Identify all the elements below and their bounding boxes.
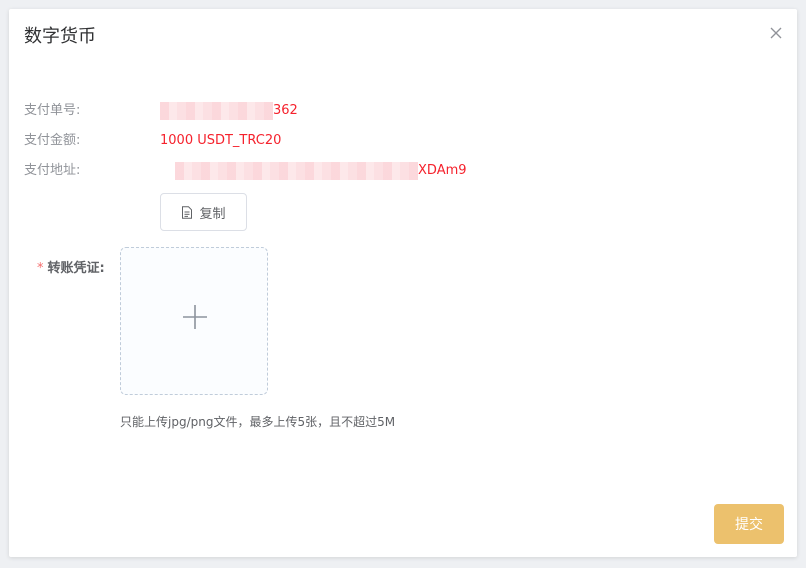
required-mark: * [37, 261, 44, 276]
order-no-label: 支付单号: [24, 103, 81, 118]
image-upload-area[interactable] [120, 247, 268, 395]
plus-icon [183, 305, 207, 329]
order-no-suffix: 362 [273, 103, 298, 118]
amount-label: 支付金额: [24, 133, 81, 148]
voucher-label-text: 转账凭证: [47, 261, 105, 276]
document-icon [182, 205, 193, 219]
order-no-value: 362 [160, 101, 298, 121]
upload-tip: 只能上传jpg/png文件，最多上传5张，且不超过5M [120, 415, 396, 429]
amount-value: 1000 USDT_TRC20 [160, 133, 282, 148]
voucher-label: * 转账凭证: [37, 257, 105, 276]
copy-button[interactable]: 复制 [160, 193, 247, 231]
submit-button[interactable]: 提交 [714, 504, 784, 544]
address-value[interactable]: XDAm9 [175, 161, 467, 181]
address-suffix: XDAm9 [418, 163, 467, 178]
crypto-payment-dialog: 数字货币 支付单号: 362 支付金额: 1000 USDT_TRC20 支付地… [9, 9, 797, 557]
close-icon[interactable] [769, 25, 783, 39]
masked-region [175, 161, 418, 180]
dialog-title: 数字货币 [24, 26, 96, 47]
address-label: 支付地址: [24, 163, 81, 178]
masked-region [160, 101, 273, 120]
copy-button-label: 复制 [199, 206, 226, 222]
